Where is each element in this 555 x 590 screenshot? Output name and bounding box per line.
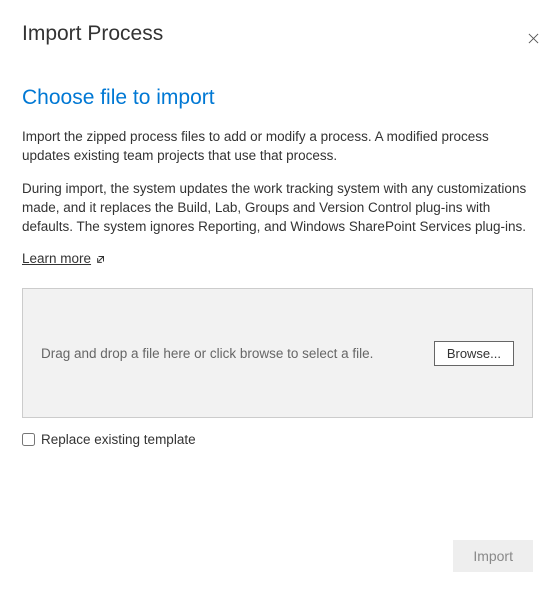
- file-dropzone[interactable]: Drag and drop a file here or click brows…: [22, 288, 533, 418]
- close-button[interactable]: [525, 30, 541, 46]
- description-paragraph-2: During import, the system updates the wo…: [22, 180, 533, 237]
- replace-template-checkbox-row: Replace existing template: [22, 432, 533, 447]
- learn-more-link[interactable]: Learn more: [22, 251, 106, 266]
- dropzone-hint: Drag and drop a file here or click brows…: [41, 346, 373, 361]
- dialog-subtitle: Choose file to import: [22, 86, 533, 110]
- browse-button[interactable]: Browse...: [434, 341, 514, 366]
- replace-template-checkbox[interactable]: [22, 433, 35, 446]
- dialog-title: Import Process: [22, 22, 533, 46]
- dialog-footer: Import: [453, 540, 533, 572]
- learn-more-label: Learn more: [22, 251, 91, 266]
- replace-template-label: Replace existing template: [41, 432, 196, 447]
- import-button[interactable]: Import: [453, 540, 533, 572]
- close-icon: [528, 33, 539, 44]
- description-paragraph-1: Import the zipped process files to add o…: [22, 128, 533, 166]
- external-link-icon: [96, 254, 106, 264]
